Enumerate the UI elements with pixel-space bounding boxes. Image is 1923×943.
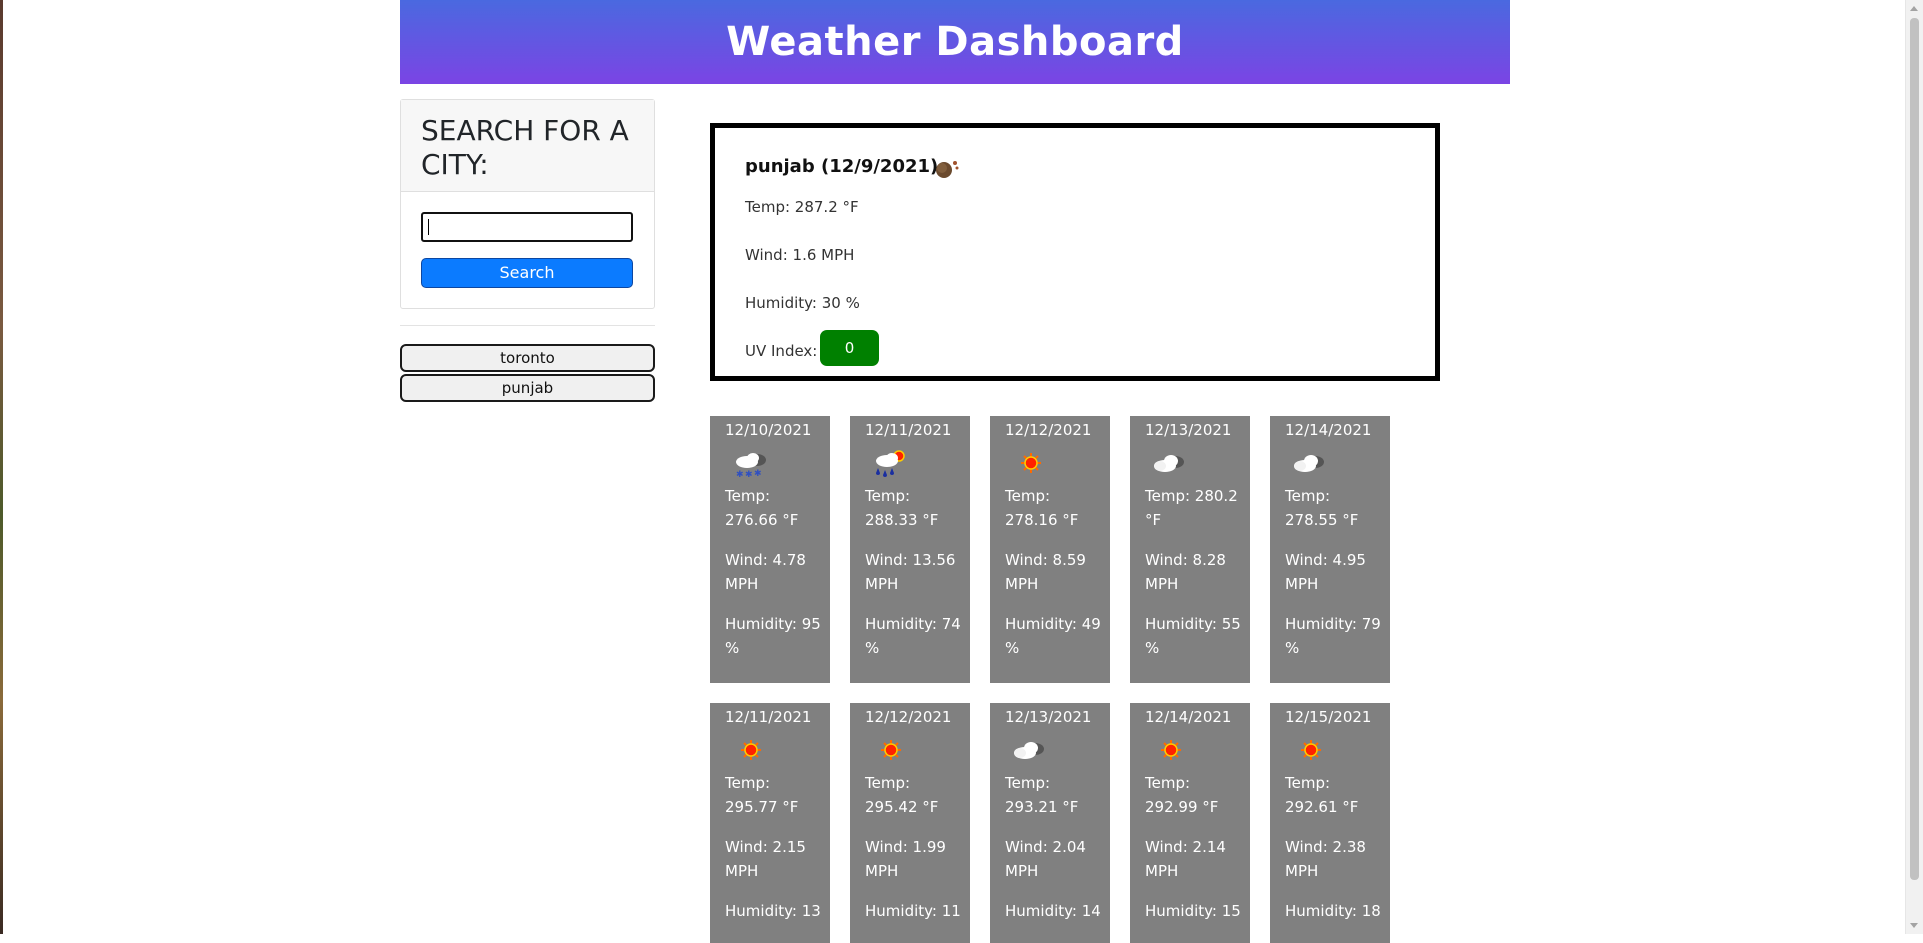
svg-text:✱: ✱: [745, 470, 753, 480]
forecast-wind: Wind: 1.99 MPH: [865, 838, 946, 880]
current-weather-card: punjab (12/9/2021) Temp: 287.2 °F Wind: …: [710, 123, 1440, 381]
forecast-wind: Wind: 4.78 MPH: [725, 551, 806, 593]
forecast-date: 12/13/2021: [1005, 708, 1092, 726]
forecast-humidity: Humidity: 11: [865, 902, 961, 920]
forecast-card: 12/15/2021 Temp: 292.61 °F Wind: 2.38 MPH H…: [1270, 703, 1390, 943]
forecast-date: 12/14/2021: [1145, 708, 1232, 726]
page-scrollbar[interactable]: [1905, 0, 1923, 934]
forecast-humidity: Humidity: 74 %: [865, 615, 961, 657]
forecast-humidity: Humidity: 95 %: [725, 615, 821, 657]
forecast-wind: Wind: 13.56 MPH: [865, 551, 956, 593]
forecast-card: 12/11/2021 Temp: 295.77 °F Wind: 2.15 MPH H…: [710, 703, 830, 943]
forecast-card: 12/12/2021 Temp: 278.16 °F Wind: 8.59 MPH H…: [990, 416, 1110, 683]
forecast-temp: Temp: 292.99 °F: [1145, 774, 1219, 816]
forecast-humidity: Humidity: 15: [1145, 902, 1241, 920]
forecast-card: 12/10/2021 ✱ ✱ ✱ Temp: 276.66 °F Wind: 4.78 M…: [710, 416, 830, 683]
forecast-wind: Wind: 8.59 MPH: [1005, 551, 1086, 593]
cloud-icon: [1014, 742, 1044, 759]
svg-text:✱: ✱: [754, 469, 762, 479]
forecast-temp: Temp: 276.66 °F: [725, 487, 799, 529]
sun-icon: [741, 740, 761, 760]
scroll-down-arrow-icon[interactable]: [1910, 923, 1918, 928]
cloud-icon: [1154, 455, 1184, 472]
search-heading: SEARCH FOR A CITY:: [421, 114, 629, 181]
forecast-wind: Wind: 4.95 MPH: [1285, 551, 1366, 593]
uv-index-label: UV Index:: [745, 342, 818, 360]
text-caret: [428, 219, 429, 235]
search-button[interactable]: Search: [421, 258, 633, 288]
forecast-wind: Wind: 8.28 MPH: [1145, 551, 1226, 593]
forecast-card: 12/14/2021 Temp: 292.99 °F Wind: 2.14 MPH H…: [1130, 703, 1250, 943]
history-button-punjab[interactable]: punjab: [400, 374, 655, 402]
scroll-up-arrow-icon[interactable]: [1910, 6, 1918, 11]
scrollbar-thumb[interactable]: [1910, 18, 1919, 880]
current-wind: Wind: 1.6 MPH: [745, 246, 855, 264]
search-panel: SEARCH FOR A CITY: Search: [400, 99, 655, 309]
forecast-humidity: Humidity: 14: [1005, 902, 1101, 920]
rain-sun-icon: [876, 450, 905, 477]
page-header: Weather Dashboard: [400, 0, 1510, 84]
desktop-background-edge: [0, 0, 3, 934]
forecast-humidity: Humidity: 18: [1285, 902, 1381, 920]
forecast-temp: Temp: 292.61 °F: [1285, 774, 1359, 816]
forecast-card: 12/11/2021 Temp: 288.33 °F Wind: 13.56 MPH…: [850, 416, 970, 683]
forecast-card: 12/12/2021 Temp: 295.42 °F Wind: 1.99 MPH H…: [850, 703, 970, 943]
snow-cloud-icon: ✱ ✱ ✱: [736, 453, 766, 480]
forecast-wind: Wind: 2.14 MPH: [1145, 838, 1226, 880]
forecast-card: 12/13/2021 Temp: 280.2 °F Wind: 8.28 MPH Hu…: [1130, 416, 1250, 683]
forecast-date: 12/10/2021: [725, 421, 812, 439]
page-title: Weather Dashboard: [726, 19, 1184, 65]
forecast-temp: Temp: 278.16 °F: [1005, 487, 1079, 529]
forecast-card: 12/13/2021 Temp: 293.21 °F Wind: 2.04 MPH H…: [990, 703, 1110, 943]
sun-icon: [1161, 740, 1181, 760]
forecast-temp: Temp: 295.42 °F: [865, 774, 939, 816]
current-temp: Temp: 287.2 °F: [745, 198, 859, 216]
history-divider: [400, 325, 655, 326]
svg-text:✱: ✱: [736, 470, 744, 480]
forecast-humidity: Humidity: 13: [725, 902, 821, 920]
sun-icon: [881, 740, 901, 760]
city-search-input[interactable]: [421, 212, 633, 242]
history-button-toronto[interactable]: toronto: [400, 344, 655, 372]
current-city-title: punjab (12/9/2021): [745, 156, 939, 177]
moon-cloud-icon: [936, 161, 959, 178]
forecast-humidity: Humidity: 49 %: [1005, 615, 1101, 657]
forecast-card: 12/14/2021 Temp: 278.55 °F Wind: 4.95 MPH H…: [1270, 416, 1390, 683]
forecast-date: 12/14/2021: [1285, 421, 1372, 439]
forecast-humidity: Humidity: 79 %: [1285, 615, 1381, 657]
uv-index-badge: 0: [820, 330, 879, 366]
forecast-date: 12/12/2021: [1005, 421, 1092, 439]
forecast-date: 12/15/2021: [1285, 708, 1372, 726]
forecast-temp: Temp: 295.77 °F: [725, 774, 799, 816]
forecast-wind: Wind: 2.04 MPH: [1005, 838, 1086, 880]
cloud-icon: [1294, 455, 1324, 472]
forecast-temp: Temp: 288.33 °F: [865, 487, 939, 529]
sun-icon: [1301, 740, 1321, 760]
forecast-temp: Temp: 278.55 °F: [1285, 487, 1359, 529]
forecast-date: 12/11/2021: [865, 421, 952, 439]
forecast-date: 12/11/2021: [725, 708, 812, 726]
forecast-date: 12/12/2021: [865, 708, 952, 726]
sun-icon: [1021, 453, 1041, 473]
forecast-wind: Wind: 2.15 MPH: [725, 838, 806, 880]
search-panel-header: SEARCH FOR A CITY:: [401, 100, 654, 192]
forecast-wind: Wind: 2.38 MPH: [1285, 838, 1366, 880]
forecast-humidity: Humidity: 55 %: [1145, 615, 1241, 657]
current-humidity: Humidity: 30 %: [745, 294, 860, 312]
forecast-temp: Temp: 280.2 °F: [1145, 487, 1238, 529]
forecast-temp: Temp: 293.21 °F: [1005, 774, 1079, 816]
forecast-date: 12/13/2021: [1145, 421, 1232, 439]
